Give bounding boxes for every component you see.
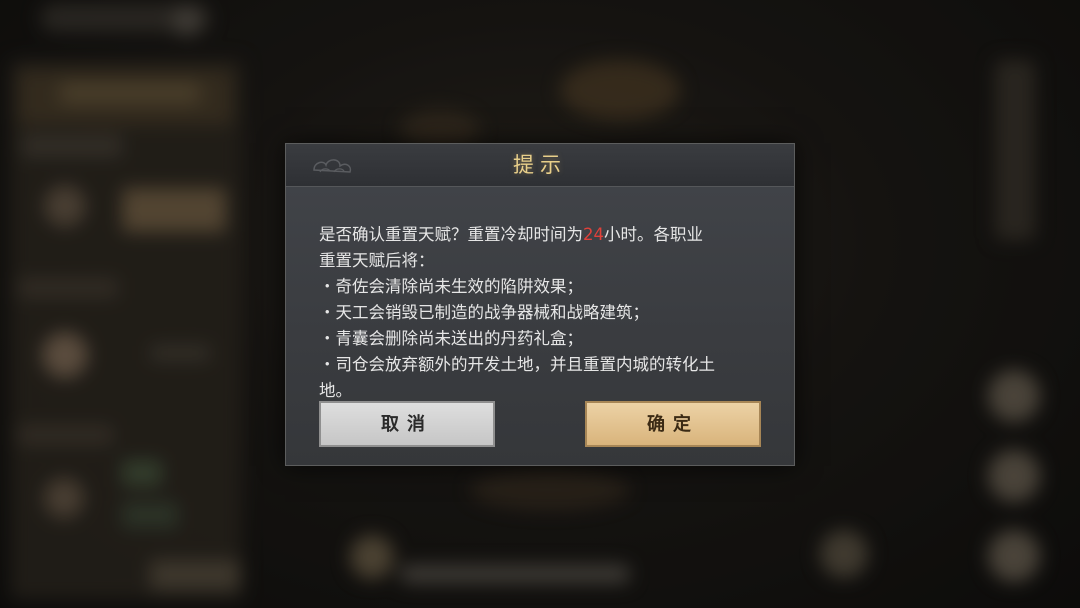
dialog-message: 是否确认重置天赋？重置冷却时间为24小时。各职业 重置天赋后将： ・奇佐会清除尚… — [319, 222, 769, 404]
message-line: 是否确认重置天赋？重置冷却时间为24小时。各职业 — [319, 222, 769, 248]
message-line: 重置天赋后将： — [319, 251, 435, 270]
bullet-line: ・奇佐会清除尚未生效的陷阱效果； — [319, 277, 583, 296]
dialog-title: 提示 — [513, 153, 567, 177]
bullet-line: ・司仓会放弃额外的开发土地，并且重置内城的转化土 — [319, 355, 715, 374]
confirm-button[interactable]: 确定 — [585, 401, 761, 447]
confirm-dialog: 提示 是否确认重置天赋？重置冷却时间为24小时。各职业 重置天赋后将： ・奇佐会… — [285, 143, 795, 466]
message-text: 小时。各职业 — [604, 225, 703, 244]
cooldown-hours: 24 — [583, 225, 604, 244]
bullet-line: ・青囊会删除尚未送出的丹药礼盒； — [319, 329, 583, 348]
game-screen: 提示 是否确认重置天赋？重置冷却时间为24小时。各职业 重置天赋后将： ・奇佐会… — [0, 0, 1080, 608]
bullet-line: ・天工会销毁已制造的战争器械和战略建筑； — [319, 303, 649, 322]
dialog-header: 提示 — [286, 144, 794, 187]
message-text: 是否确认重置天赋？重置冷却时间为 — [319, 225, 583, 244]
cancel-button[interactable]: 取消 — [319, 401, 495, 447]
